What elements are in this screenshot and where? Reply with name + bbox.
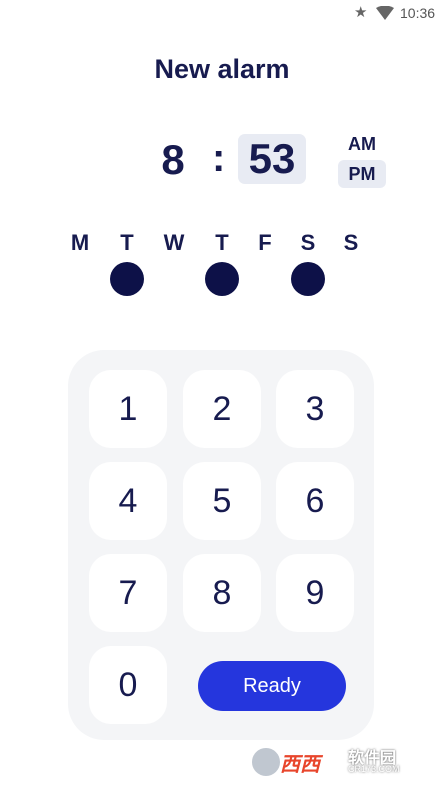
time-picker: 8 : 53 AM PM xyxy=(0,132,444,188)
day-wednesday[interactable]: W xyxy=(154,230,194,296)
day-selected-indicator xyxy=(205,262,239,296)
day-label: M xyxy=(70,230,90,255)
day-label: T xyxy=(215,230,229,255)
watermark-emblem-icon xyxy=(248,744,284,780)
day-tuesday[interactable]: T xyxy=(107,230,147,296)
day-label: F xyxy=(258,230,272,255)
number-keypad: 1 2 3 4 5 6 7 8 9 0 Ready xyxy=(68,350,374,740)
key-1[interactable]: 1 xyxy=(89,370,167,448)
day-selected-indicator xyxy=(291,262,325,296)
key-8[interactable]: 8 xyxy=(183,554,261,632)
am-toggle[interactable]: AM xyxy=(338,130,386,158)
day-friday[interactable]: F xyxy=(245,230,285,296)
key-7[interactable]: 7 xyxy=(89,554,167,632)
watermark-brand: 西西 xyxy=(280,754,320,776)
minute-field[interactable]: 53 xyxy=(238,134,306,184)
pm-toggle[interactable]: PM xyxy=(338,160,386,188)
day-selected-indicator xyxy=(110,262,144,296)
watermark-url: CR173.COM xyxy=(348,764,400,774)
day-thursday[interactable]: T xyxy=(202,230,242,296)
day-label: T xyxy=(120,230,134,255)
key-6[interactable]: 6 xyxy=(276,462,354,540)
day-sunday[interactable]: S xyxy=(331,230,371,296)
status-time: 10:36 xyxy=(400,5,436,21)
key-4[interactable]: 4 xyxy=(89,462,167,540)
day-label: W xyxy=(163,230,185,255)
day-label: S xyxy=(343,230,359,255)
key-5[interactable]: 5 xyxy=(183,462,261,540)
key-0[interactable]: 0 xyxy=(89,646,167,724)
hour-field[interactable]: 8 xyxy=(150,136,196,184)
key-3[interactable]: 3 xyxy=(276,370,354,448)
page-title: New alarm xyxy=(154,54,290,84)
star-icon: ★ xyxy=(354,4,368,21)
status-bar: ★ 10:36 xyxy=(0,0,444,26)
key-9[interactable]: 9 xyxy=(276,554,354,632)
day-label: S xyxy=(300,230,316,255)
ready-button[interactable]: Ready xyxy=(198,661,346,711)
time-separator: : xyxy=(212,136,226,180)
day-monday[interactable]: M xyxy=(60,230,100,296)
wifi-icon xyxy=(376,5,394,25)
key-2[interactable]: 2 xyxy=(183,370,261,448)
day-selector: M T W T F S S xyxy=(0,230,444,300)
watermark-logo: 西西 软件园 CR173.COM xyxy=(248,742,424,782)
day-saturday[interactable]: S xyxy=(288,230,328,296)
